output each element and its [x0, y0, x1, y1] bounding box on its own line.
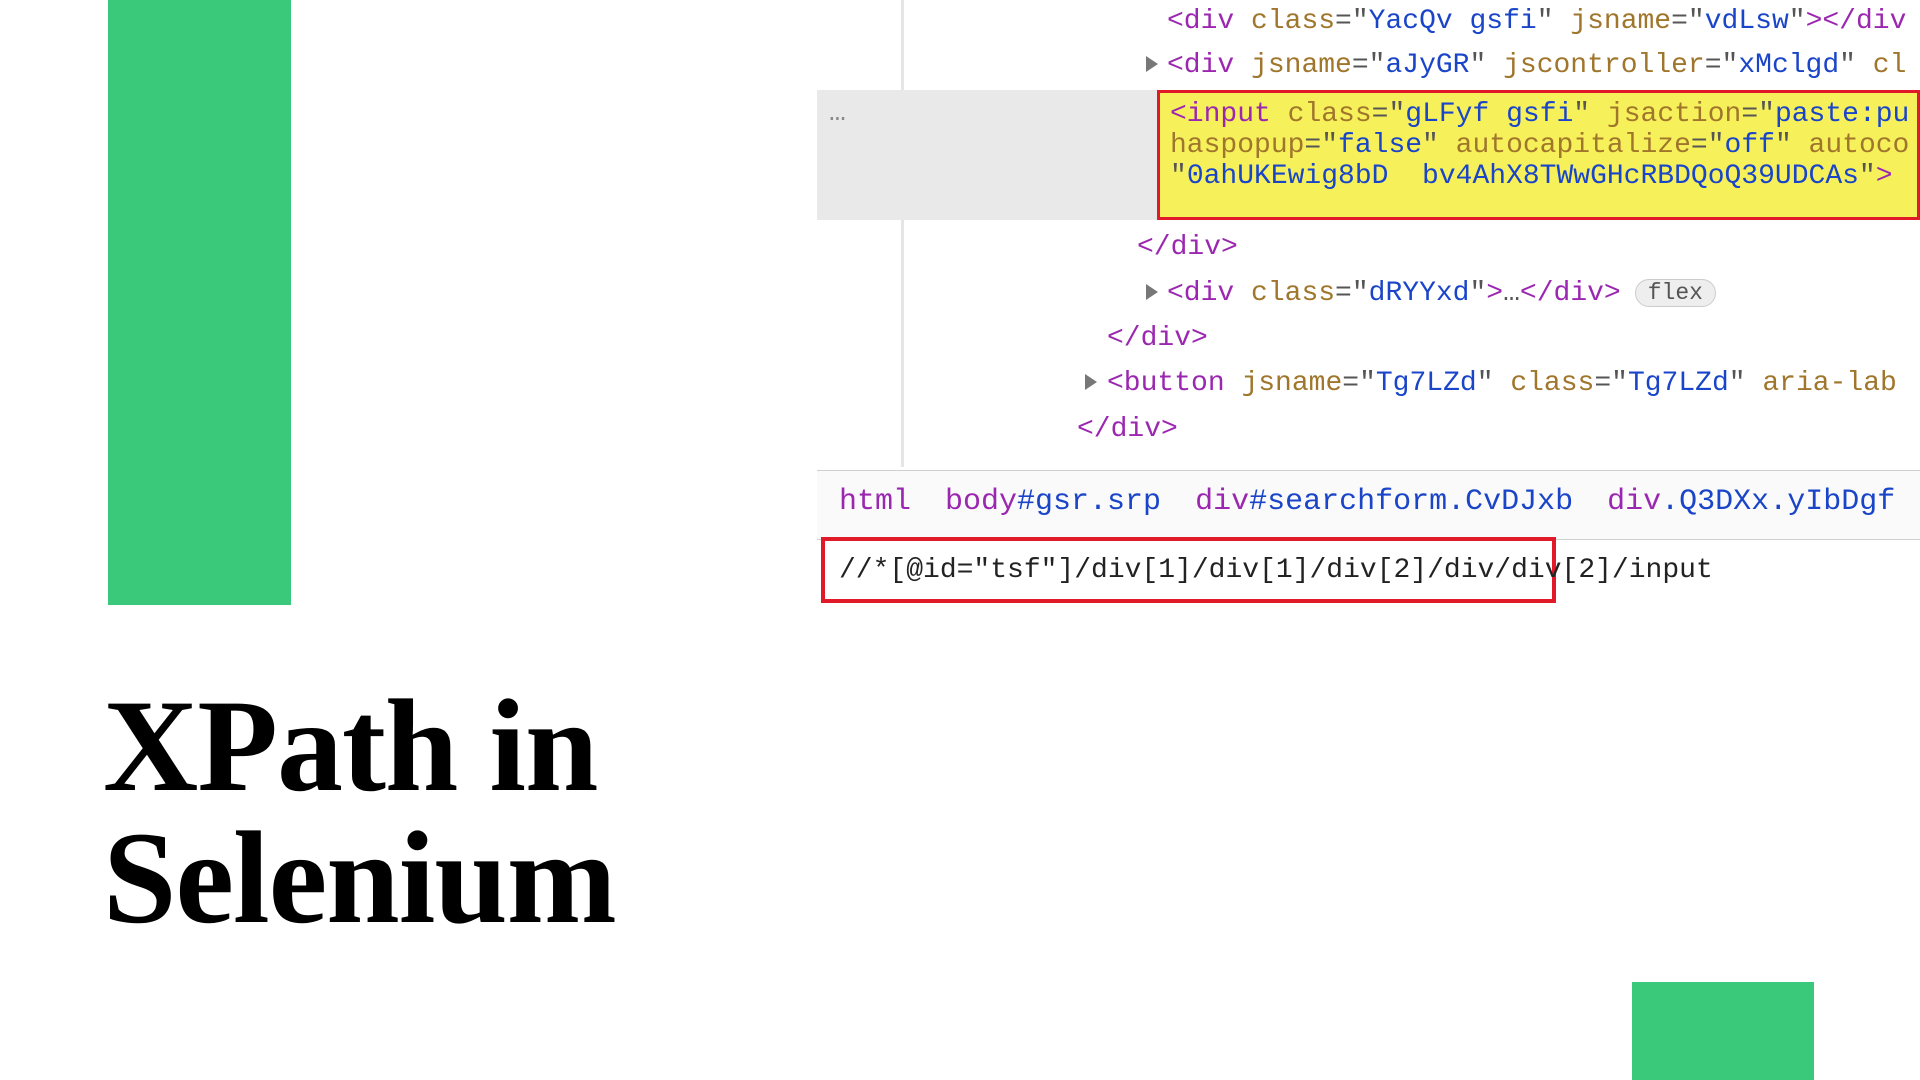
gutter-ellipsis: … [829, 98, 899, 128]
dom-tree: … <div class="YacQv gsfi" jsname="vdLsw"… [817, 0, 1920, 467]
flex-badge[interactable]: flex [1635, 279, 1716, 307]
breadcrumb-item[interactable]: div.Q3DXx.yIbDgf [1607, 485, 1895, 519]
expand-triangle-icon[interactable] [1085, 374, 1097, 390]
breadcrumb-item[interactable]: div#searchform.CvDJxb [1195, 485, 1573, 519]
dom-line-close[interactable]: </div> [817, 232, 1238, 263]
expand-triangle-icon[interactable] [1146, 284, 1158, 300]
dom-line-expandable[interactable]: <button jsname="Tg7LZd" class="Tg7LZd" a… [817, 368, 1897, 399]
xpath-input[interactable]: //*[@id="tsf"]/div[1]/div[1]/div[2]/div/… [821, 537, 1556, 603]
expand-triangle-icon[interactable] [1146, 56, 1158, 72]
dom-line-highlighted-input[interactable]: <input class="gLFyf gsfi" jsaction="past… [1157, 90, 1920, 220]
dom-line-expandable[interactable]: <div class="dRYYxd">…</div>flex [817, 278, 1716, 309]
decoration-green-top [108, 0, 291, 605]
decoration-green-bottom [1632, 982, 1814, 1080]
breadcrumb-item[interactable]: body#gsr.srp [945, 485, 1161, 519]
xpath-value: //*[@id="tsf"]/div[1]/div[1]/div[2]/div/… [839, 555, 1713, 586]
dom-line-close[interactable]: </div> [817, 323, 1208, 354]
dom-line[interactable]: <div class="YacQv gsfi" jsname="vdLsw"><… [817, 6, 1906, 37]
devtools-panel: … <div class="YacQv gsfi" jsname="vdLsw"… [817, 0, 1920, 467]
dom-breadcrumb[interactable]: html body#gsr.srp div#searchform.CvDJxb div… [817, 470, 1920, 540]
slide-title: XPath inSelenium [103, 680, 616, 944]
dom-line-expandable[interactable]: <div jsname="aJyGR" jscontroller="xMclgd… [817, 50, 1906, 81]
dom-line-close[interactable]: </div> [817, 414, 1178, 445]
breadcrumb-item[interactable]: html [839, 485, 911, 519]
